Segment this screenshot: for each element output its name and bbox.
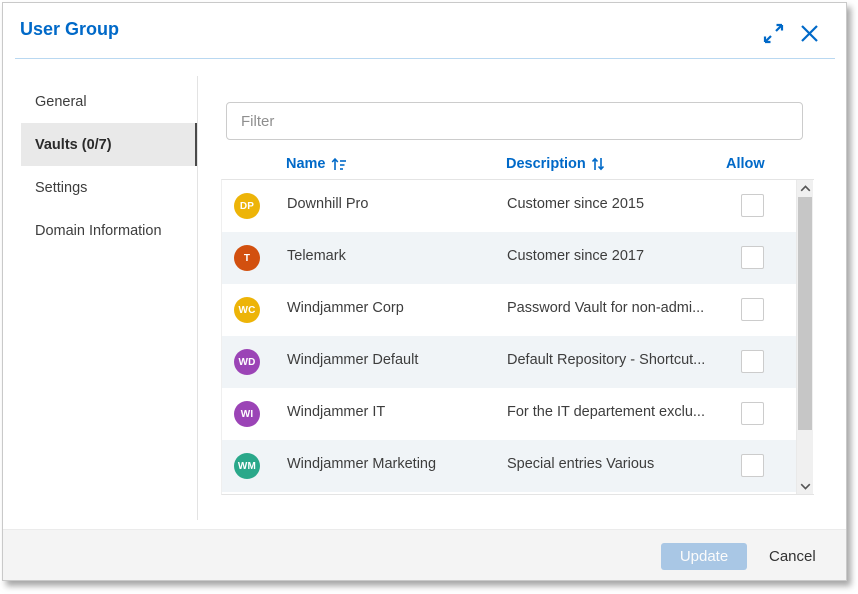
cancel-button[interactable]: Cancel — [763, 543, 822, 570]
sort-ascending-icon — [331, 157, 347, 171]
close-icon[interactable] — [798, 22, 821, 45]
vault-name: Downhill Pro — [287, 196, 368, 212]
expand-icon[interactable] — [762, 22, 785, 45]
vault-avatar: WC — [234, 297, 260, 323]
table-row[interactable]: T Telemark Customer since 2017 — [222, 232, 796, 284]
vaults-table: DP Downhill Pro Customer since 2015 T Te… — [221, 179, 814, 495]
vault-description: Default Repository - Shortcut... — [507, 352, 705, 368]
vaults-table-rows: DP Downhill Pro Customer since 2015 T Te… — [222, 180, 796, 494]
vault-name: Telemark — [287, 248, 346, 264]
scrollbar-up-arrow-icon[interactable] — [797, 180, 813, 196]
sidebar-item-label: General — [35, 94, 87, 110]
vault-avatar: T — [234, 245, 260, 271]
vault-avatar: DP — [234, 193, 260, 219]
table-row[interactable]: WI Windjammer IT For the IT departement … — [222, 388, 796, 440]
user-group-dialog: User Group General Vaults (0/7) Settings… — [2, 2, 847, 581]
table-row[interactable]: DP Downhill Pro Customer since 2015 — [222, 180, 796, 232]
scrollbar-thumb[interactable] — [798, 197, 812, 430]
sidebar-item-label: Domain Information — [35, 223, 162, 239]
vault-description: For the IT departement exclu... — [507, 404, 705, 420]
sort-unsorted-icon — [591, 157, 605, 171]
sidebar: General Vaults (0/7) Settings Domain Inf… — [21, 80, 197, 252]
scrollbar-down-arrow-icon[interactable] — [797, 478, 813, 494]
vault-description: Customer since 2015 — [507, 196, 644, 212]
vault-avatar: WM — [234, 453, 260, 479]
dialog-footer: Update Cancel — [3, 529, 846, 580]
update-button[interactable]: Update — [661, 543, 747, 570]
column-header-name-label: Name — [286, 156, 326, 172]
vault-description: Password Vault for non-admi... — [507, 300, 704, 316]
allow-checkbox[interactable] — [741, 402, 764, 425]
column-header-allow-label: Allow — [726, 156, 765, 172]
table-row[interactable]: WC Windjammer Corp Password Vault for no… — [222, 284, 796, 336]
column-header-allow: Allow — [726, 156, 765, 172]
dialog-title: User Group — [20, 19, 119, 40]
vault-name: Windjammer Default — [287, 352, 418, 368]
sidebar-item-domain-information[interactable]: Domain Information — [21, 209, 197, 252]
allow-checkbox[interactable] — [741, 298, 764, 321]
table-row[interactable]: WM Windjammer Marketing Special entries … — [222, 440, 796, 492]
vault-name: Windjammer Marketing — [287, 456, 436, 472]
vault-description: Special entries Various — [507, 456, 654, 472]
column-header-description-label: Description — [506, 156, 586, 172]
sidebar-item-label: Vaults (0/7) — [35, 137, 112, 153]
vault-avatar: WI — [234, 401, 260, 427]
sidebar-item-settings[interactable]: Settings — [21, 166, 197, 209]
close-icon-glyph — [798, 22, 821, 45]
column-header-name[interactable]: Name — [286, 156, 347, 172]
vault-description: Customer since 2017 — [507, 248, 644, 264]
filter-input[interactable] — [226, 102, 803, 140]
allow-checkbox[interactable] — [741, 246, 764, 269]
table-row[interactable]: WD Windjammer Default Default Repository… — [222, 336, 796, 388]
allow-checkbox[interactable] — [741, 194, 764, 217]
vault-name: Windjammer IT — [287, 404, 385, 420]
allow-checkbox[interactable] — [741, 454, 764, 477]
sidebar-divider — [197, 76, 198, 520]
header-divider — [15, 58, 835, 59]
vertical-scrollbar[interactable] — [796, 180, 813, 494]
vault-avatar: WD — [234, 349, 260, 375]
sidebar-item-label: Settings — [35, 180, 87, 196]
sidebar-item-vaults-0-7[interactable]: Vaults (0/7) — [21, 123, 197, 166]
allow-checkbox[interactable] — [741, 350, 764, 373]
column-header-description[interactable]: Description — [506, 156, 605, 172]
sidebar-item-general[interactable]: General — [21, 80, 197, 123]
expand-icon-glyph — [762, 22, 785, 45]
vault-name: Windjammer Corp — [287, 300, 404, 316]
